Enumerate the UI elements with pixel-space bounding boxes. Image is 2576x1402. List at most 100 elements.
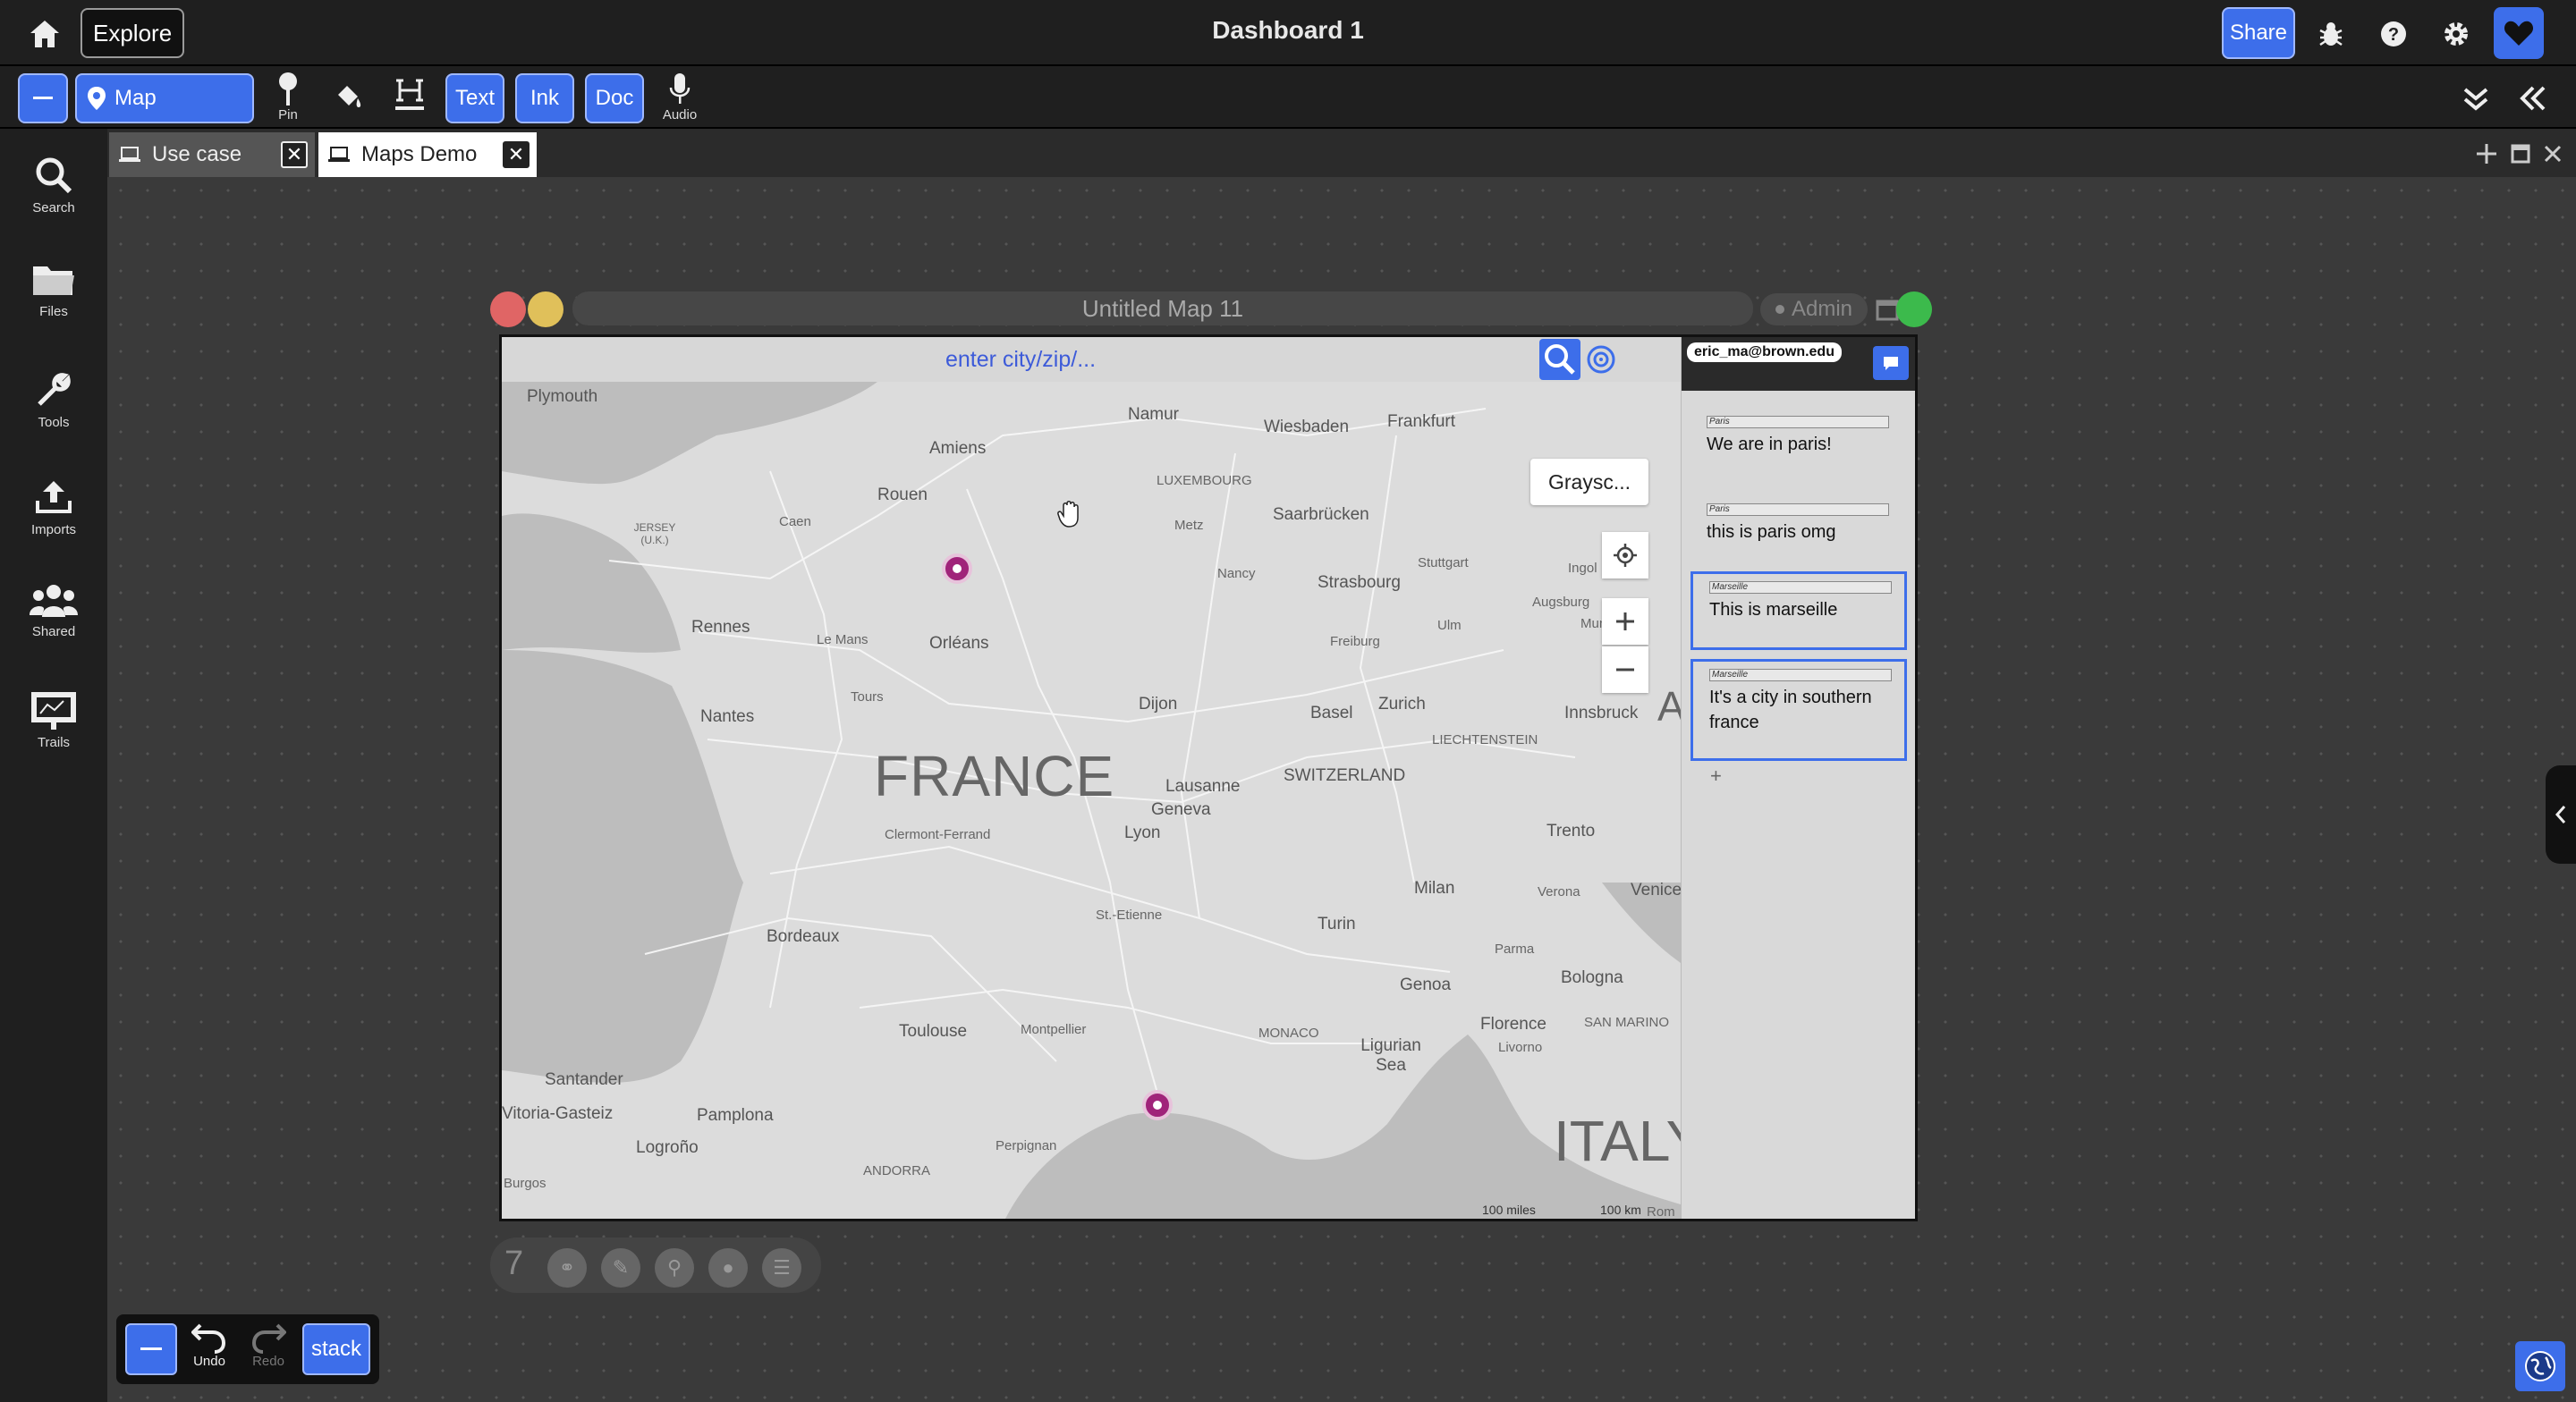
zoom-in-button[interactable] xyxy=(1602,598,1648,645)
upload-icon xyxy=(36,481,72,513)
tab-maps-demo[interactable]: Maps Demo ✕ xyxy=(318,132,537,177)
sidebar-item-files[interactable]: Files xyxy=(0,263,107,352)
map-label: SAN MARINO xyxy=(1584,1015,1670,1030)
minus-icon xyxy=(1616,668,1634,671)
map-label: FRANCE xyxy=(874,744,1115,808)
sidebar-item-trails[interactable]: Trails xyxy=(0,690,107,780)
double-chevron-left-icon[interactable] xyxy=(2515,80,2551,116)
explore-button[interactable]: Explore xyxy=(80,8,185,58)
globe-button[interactable] xyxy=(2515,1341,2565,1391)
window-minimize-dot[interactable] xyxy=(528,291,564,327)
map-label: Ligurian Sea xyxy=(1360,1036,1421,1075)
sidebar-item-shared[interactable]: Shared xyxy=(0,583,107,672)
pin-tool[interactable]: Pin xyxy=(265,70,311,127)
sidebar-item-search[interactable]: Search xyxy=(0,156,107,245)
zoom-out-button[interactable] xyxy=(1602,646,1648,693)
map-area[interactable]: Plymouth Amiens Namur Wiesbaden Frankfur… xyxy=(502,382,1681,1219)
map-search-input[interactable] xyxy=(502,337,1539,382)
map-label: ANDORRA xyxy=(863,1163,931,1178)
note-text[interactable]: This is marseille xyxy=(1709,597,1906,622)
audio-tool[interactable]: Audio xyxy=(657,70,703,127)
close-icon[interactable]: ✕ xyxy=(503,141,530,168)
microphone-icon[interactable]: ● xyxy=(708,1248,748,1288)
users-icon xyxy=(30,585,78,617)
sidebar-item-tools[interactable]: Tools xyxy=(0,370,107,460)
window-maximize-dot[interactable] xyxy=(1896,291,1932,327)
globe-icon xyxy=(2525,1351,2555,1381)
close-icon[interactable]: ✕ xyxy=(281,141,308,168)
map-marker-marseille[interactable] xyxy=(1142,1090,1173,1120)
chevron-left-icon xyxy=(2555,806,2566,823)
collapse-undo-bar-button[interactable] xyxy=(125,1323,177,1375)
map-label: Augsburg xyxy=(1532,595,1590,610)
search-icon[interactable] xyxy=(1539,339,1580,380)
grab-hand-icon xyxy=(1057,501,1079,528)
undo-bar: Undo Redo stack xyxy=(116,1314,379,1384)
map-label: Rennes xyxy=(691,618,750,637)
presentation-icon xyxy=(31,692,76,730)
favorite-button[interactable] xyxy=(2494,7,2544,59)
map-label: Frankfurt xyxy=(1387,412,1456,431)
right-panel-toggle[interactable] xyxy=(2546,765,2576,864)
home-button[interactable] xyxy=(25,16,64,52)
target-icon[interactable] xyxy=(1586,344,1616,375)
sidebar-item-label: Files xyxy=(39,304,68,319)
share-button[interactable]: Share xyxy=(2222,7,2295,59)
map-label: Dijon xyxy=(1139,695,1178,714)
paint-bucket-tool[interactable] xyxy=(326,70,372,127)
undo-button[interactable]: Undo xyxy=(182,1320,236,1379)
wrench-icon xyxy=(38,373,71,406)
help-icon[interactable]: ? xyxy=(2376,16,2411,52)
maximize-icon[interactable] xyxy=(2510,143,2531,165)
heading-tool[interactable] xyxy=(386,70,433,127)
map-label: Wiesbaden xyxy=(1264,418,1350,436)
add-icon[interactable] xyxy=(2474,141,2499,166)
ink-tool-button[interactable]: Ink xyxy=(515,73,574,123)
map-window[interactable]: Untitled Map 11 Admin enter city/zip/...… xyxy=(490,284,1932,1293)
map-marker-paris[interactable] xyxy=(942,553,972,584)
map-window-title[interactable]: Untitled Map 11 xyxy=(572,291,1753,325)
map-label: Freiburg xyxy=(1330,634,1380,649)
note-card[interactable]: Paris this is paris omg xyxy=(1690,496,1907,568)
bug-icon[interactable] xyxy=(2313,16,2349,52)
map-label: Lausanne xyxy=(1165,777,1241,796)
gear-icon[interactable] xyxy=(2438,16,2474,52)
crosshair-icon xyxy=(1614,544,1637,567)
sidebar-item-imports[interactable]: Imports xyxy=(0,477,107,567)
locate-button[interactable] xyxy=(1602,532,1648,579)
audio-label: Audio xyxy=(662,107,698,122)
text-tool-button[interactable]: Text xyxy=(445,73,504,123)
stack-button[interactable]: stack xyxy=(302,1323,370,1375)
note-text[interactable]: We are in paris! xyxy=(1707,432,1903,457)
link-icon[interactable]: ⚭ xyxy=(547,1248,587,1288)
map-label: Lyon xyxy=(1124,823,1161,842)
toolbar: Map Pin Text Ink Doc Audio xyxy=(0,66,2576,129)
note-text[interactable]: this is paris omg xyxy=(1707,519,1903,545)
window-close-dot[interactable] xyxy=(490,291,526,327)
map-label: LUXEMBOURG xyxy=(1157,473,1252,488)
pushpin-icon xyxy=(279,72,297,106)
sidebar-item-label: Search xyxy=(32,200,75,215)
chat-button[interactable] xyxy=(1873,346,1909,380)
map-label: Trento xyxy=(1546,822,1596,840)
map-type-button[interactable]: Map xyxy=(75,73,254,123)
note-card[interactable]: Paris We are in paris! xyxy=(1690,409,1907,480)
redo-button[interactable]: Redo xyxy=(242,1320,295,1379)
pushpin-icon[interactable]: ⚲ xyxy=(655,1248,694,1288)
map-label: Parma xyxy=(1495,942,1535,957)
double-chevron-down-icon[interactable] xyxy=(2458,80,2494,116)
annotate-icon[interactable]: ✎ xyxy=(601,1248,640,1288)
tab-use-case[interactable]: Use case ✕ xyxy=(109,132,315,177)
note-text[interactable]: It's a city in southern france xyxy=(1709,685,1906,735)
menu-icon[interactable]: ☰ xyxy=(762,1248,801,1288)
map-label: Innsbruck xyxy=(1564,704,1639,722)
close-icon[interactable] xyxy=(2542,143,2563,165)
collapse-toolbar-button[interactable] xyxy=(18,73,68,123)
note-card[interactable]: Marseille This is marseille xyxy=(1690,571,1907,650)
grayscale-toggle-button[interactable]: Graysc... xyxy=(1530,459,1648,505)
doc-tool-button[interactable]: Doc xyxy=(585,73,644,123)
note-card[interactable]: Marseille It's a city in southern france xyxy=(1690,659,1907,761)
map-label: Tours xyxy=(851,689,884,705)
add-note-button[interactable]: + xyxy=(1710,764,1722,788)
svg-text:?: ? xyxy=(2388,25,2399,45)
